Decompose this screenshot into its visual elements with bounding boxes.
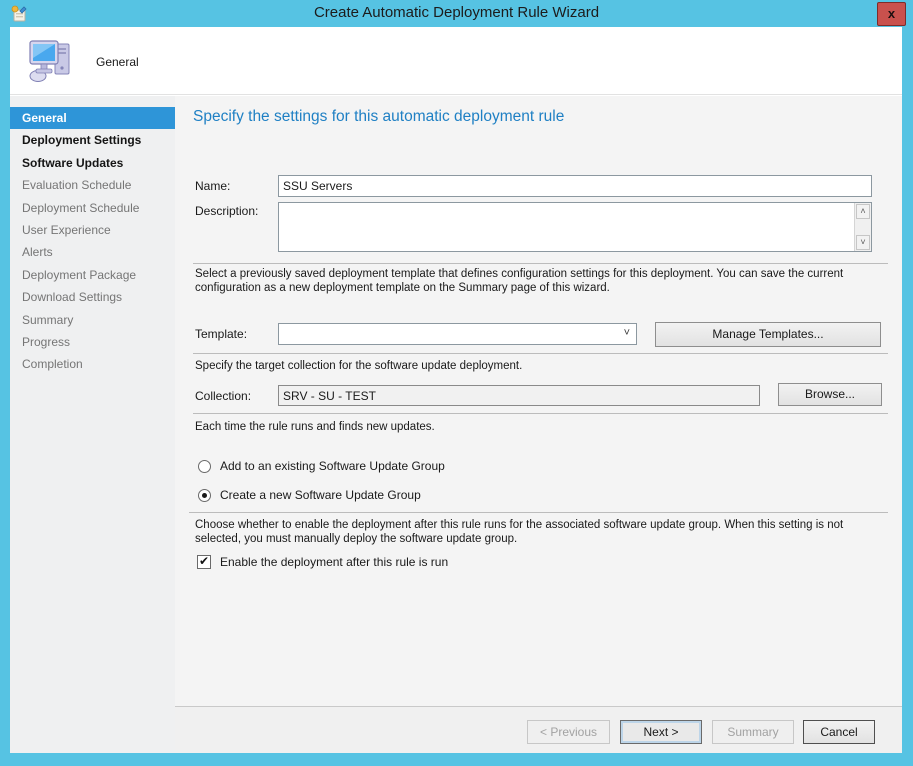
titlebar: Create Automatic Deployment Rule Wizard … [0, 0, 913, 27]
checkbox-icon: ✔ [197, 555, 211, 569]
sidebar-item-software-updates[interactable]: Software Updates [10, 152, 175, 174]
sidebar-item-download-settings: Download Settings [10, 286, 175, 308]
sidebar-item-summary: Summary [10, 309, 175, 331]
previous-button: < Previous [527, 720, 610, 744]
divider [189, 512, 888, 513]
scroll-up-button[interactable]: ˄ [856, 204, 870, 219]
radio-button-icon [198, 460, 211, 473]
window-body: General General Deployment Settings Soft… [10, 27, 902, 753]
next-button[interactable]: Next > [620, 720, 702, 744]
radio-add-existing-group[interactable]: Add to an existing Software Update Group [198, 458, 445, 474]
checkmark-icon: ✔ [199, 554, 209, 568]
computer-icon [28, 38, 76, 84]
summary-button: Summary [712, 720, 794, 744]
wizard-nav-sidebar: General Deployment Settings Software Upd… [10, 96, 175, 753]
content-panel: Specify the settings for this automatic … [175, 96, 902, 753]
collection-input[interactable] [278, 385, 760, 406]
sidebar-item-completion: Completion [10, 353, 175, 375]
scroll-down-button[interactable]: ˅ [856, 235, 870, 250]
page-header: General [10, 27, 902, 95]
name-label: Name: [195, 179, 230, 193]
name-input[interactable] [278, 175, 872, 197]
wizard-footer: < Previous Next > Summary Cancel [175, 706, 902, 753]
chevron-down-icon: ˅ [860, 237, 865, 247]
sidebar-item-general[interactable]: General [10, 107, 175, 129]
sidebar-item-deployment-settings[interactable]: Deployment Settings [10, 129, 175, 151]
enable-deployment-checkbox[interactable]: ✔ Enable the deployment after this rule … [197, 554, 448, 570]
main-area: General Deployment Settings Software Upd… [10, 96, 902, 753]
template-combobox[interactable]: ˅ [278, 323, 637, 345]
divider [193, 263, 888, 264]
sidebar-item-alerts: Alerts [10, 241, 175, 263]
checkbox-label: Enable the deployment after this rule is… [220, 555, 448, 569]
window-title: Create Automatic Deployment Rule Wizard [0, 0, 913, 27]
radio-create-new-group[interactable]: Create a new Software Update Group [198, 487, 421, 503]
close-icon: x [888, 6, 895, 21]
close-button[interactable]: x [877, 2, 906, 26]
sidebar-item-user-experience: User Experience [10, 219, 175, 241]
template-label: Template: [195, 327, 247, 341]
wizard-window: Create Automatic Deployment Rule Wizard … [0, 0, 913, 766]
manage-templates-button[interactable]: Manage Templates... [655, 322, 881, 347]
sidebar-item-deployment-package: Deployment Package [10, 264, 175, 286]
enable-deployment-note: Choose whether to enable the deployment … [195, 518, 889, 546]
divider [193, 353, 888, 354]
description-textarea[interactable]: ˄ ˅ [278, 202, 872, 252]
radio-label: Add to an existing Software Update Group [220, 459, 445, 473]
collection-note: Specify the target collection for the so… [195, 359, 889, 373]
description-scrollbar[interactable]: ˄ ˅ [854, 203, 871, 251]
template-note: Select a previously saved deployment tem… [195, 267, 889, 295]
sidebar-item-progress: Progress [10, 331, 175, 353]
radio-button-icon [198, 489, 211, 502]
radio-label: Create a new Software Update Group [220, 488, 421, 502]
page-header-label: General [96, 55, 139, 69]
description-label: Description: [195, 204, 258, 218]
rule-frequency-note: Each time the rule runs and finds new up… [195, 420, 889, 434]
chevron-down-icon: ˅ [624, 327, 630, 339]
sidebar-item-deployment-schedule: Deployment Schedule [10, 197, 175, 219]
collection-label: Collection: [195, 389, 251, 403]
sidebar-item-evaluation-schedule: Evaluation Schedule [10, 174, 175, 196]
divider [193, 413, 888, 414]
cancel-button[interactable]: Cancel [803, 720, 875, 744]
page-title: Specify the settings for this automatic … [193, 108, 564, 126]
browse-button[interactable]: Browse... [778, 383, 882, 406]
chevron-up-icon: ˄ [860, 206, 865, 216]
